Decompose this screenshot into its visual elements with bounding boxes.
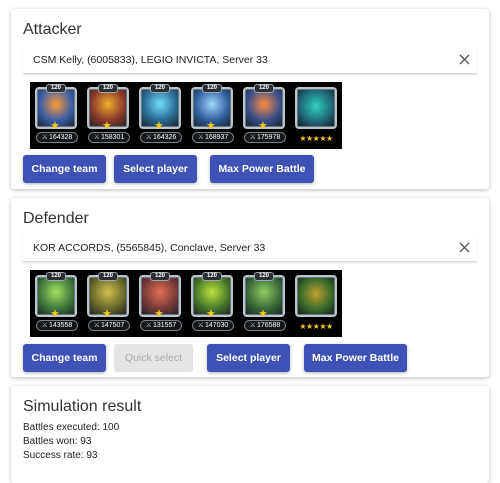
hero-level-badge: 120 — [254, 272, 274, 281]
hero-power-badge: ⚔131557 — [140, 320, 182, 331]
pet-stars-icon: ★★★★★ — [299, 322, 333, 331]
attacker-hero-slot[interactable]: 120 ★ ⚔175978 — [238, 82, 290, 149]
swords-icon: ⚔ — [41, 322, 48, 329]
defender-pet-slot[interactable]: ★★★★★ — [290, 270, 342, 337]
hero-power-value: 158301 — [100, 134, 125, 141]
hero-level-badge: 120 — [46, 272, 66, 281]
defender-change-team-button[interactable]: Change team — [23, 344, 106, 372]
attacker-team: 120 ★ ⚔164328 120 ★ ⚔158301 120 ★ ⚔164326 120 ★ ⚔16… — [30, 82, 342, 149]
defender-select-player-button[interactable]: Select player — [207, 344, 290, 372]
swords-icon: ⚔ — [41, 134, 48, 141]
swords-icon: ⚔ — [145, 134, 152, 141]
attacker-hero-slot[interactable]: 120 ★ ⚔164328 — [30, 82, 82, 149]
hero-power-value: 164326 — [152, 134, 177, 141]
attacker-title: Attacker — [23, 21, 82, 38]
swords-icon: ⚔ — [249, 322, 256, 329]
hero-level-badge: 120 — [150, 272, 170, 281]
defender-card: Defender KOR ACCORDS, (5565845), Conclav… — [11, 198, 489, 377]
hero-power-value: 164328 — [48, 134, 73, 141]
defender-clear-icon[interactable] — [451, 234, 477, 262]
hero-rank-star-icon: ★ — [258, 120, 268, 132]
attacker-hero-slot[interactable]: 120 ★ ⚔164326 — [134, 82, 186, 149]
attacker-max-power-button[interactable]: Max Power Battle — [210, 155, 314, 183]
defender-team: 120 ★ ⚔143558 120 ★ ⚔147507 120 ★ ⚔131557 120 ★ ⚔14… — [30, 270, 342, 337]
hero-power-badge: ⚔175978 — [244, 132, 286, 143]
hero-power-value: 168937 — [204, 134, 229, 141]
defender-hero-slot[interactable]: 120 ★ ⚔131557 — [134, 270, 186, 337]
result-title: Simulation result — [23, 398, 142, 415]
hero-level-badge: 120 — [202, 272, 222, 281]
hero-rank-star-icon: ★ — [102, 120, 112, 132]
hero-level-badge: 120 — [46, 84, 66, 93]
hero-power-badge: ⚔147030 — [192, 320, 234, 331]
swords-icon: ⚔ — [93, 322, 100, 329]
hero-power-value: 147030 — [204, 322, 229, 329]
defender-hero-slot[interactable]: 120 ★ ⚔147507 — [82, 270, 134, 337]
hero-rank-star-icon: ★ — [154, 120, 164, 132]
swords-icon: ⚔ — [93, 134, 100, 141]
hero-power-badge: ⚔143558 — [36, 320, 78, 331]
hero-rank-star-icon: ★ — [102, 308, 112, 320]
hero-power-badge: ⚔147507 — [88, 320, 130, 331]
defender-title: Defender — [23, 210, 89, 227]
defender-player-field[interactable]: KOR ACCORDS, (5565845), Conclave, Server… — [23, 234, 477, 262]
hero-rank-star-icon: ★ — [206, 120, 216, 132]
result-card: Simulation result Battles executed: 100 … — [11, 386, 489, 483]
hero-power-value: 147507 — [100, 322, 125, 329]
swords-icon: ⚔ — [249, 134, 256, 141]
attacker-hero-slot[interactable]: 120 ★ ⚔158301 — [82, 82, 134, 149]
success-rate-text: Success rate: 93 — [23, 450, 98, 461]
defender-hero-slot[interactable]: 120 ★ ⚔143558 — [30, 270, 82, 337]
hero-power-value: 143558 — [48, 322, 73, 329]
hero-rank-star-icon: ★ — [154, 308, 164, 320]
pet-portrait-icon — [295, 275, 337, 317]
hero-power-badge: ⚔168937 — [192, 132, 234, 143]
hero-level-badge: 120 — [98, 272, 118, 281]
attacker-player-field[interactable]: CSM Kelly, (6005833), LEGIO INVICTA, Ser… — [23, 46, 477, 74]
defender-quick-select-button[interactable]: Quick select — [114, 344, 193, 372]
defender-player-value[interactable]: KOR ACCORDS, (5565845), Conclave, Server… — [23, 242, 451, 254]
hero-rank-star-icon: ★ — [50, 120, 60, 132]
pet-portrait-icon — [295, 87, 337, 129]
attacker-select-player-button[interactable]: Select player — [114, 155, 197, 183]
battles-won-text: Battles won: 93 — [23, 436, 92, 447]
attacker-card: Attacker CSM Kelly, (6005833), LEGIO INV… — [11, 9, 489, 189]
attacker-change-team-button[interactable]: Change team — [23, 155, 106, 183]
hero-rank-star-icon: ★ — [206, 308, 216, 320]
hero-rank-star-icon: ★ — [50, 308, 60, 320]
swords-icon: ⚔ — [145, 322, 152, 329]
defender-hero-slot[interactable]: 120 ★ ⚔176588 — [238, 270, 290, 337]
hero-power-badge: ⚔164328 — [36, 132, 78, 143]
attacker-player-value[interactable]: CSM Kelly, (6005833), LEGIO INVICTA, Ser… — [23, 54, 451, 66]
attacker-hero-slot[interactable]: 120 ★ ⚔168937 — [186, 82, 238, 149]
defender-hero-slot[interactable]: 120 ★ ⚔147030 — [186, 270, 238, 337]
hero-power-value: 176588 — [256, 322, 281, 329]
hero-power-badge: ⚔158301 — [88, 132, 130, 143]
swords-icon: ⚔ — [197, 322, 204, 329]
hero-level-badge: 120 — [150, 84, 170, 93]
hero-rank-star-icon: ★ — [258, 308, 268, 320]
hero-level-badge: 120 — [98, 84, 118, 93]
hero-level-badge: 120 — [202, 84, 222, 93]
defender-max-power-button[interactable]: Max Power Battle — [304, 344, 407, 372]
swords-icon: ⚔ — [197, 134, 204, 141]
hero-power-badge: ⚔176588 — [244, 320, 286, 331]
attacker-clear-icon[interactable] — [451, 46, 477, 74]
hero-power-badge: ⚔164326 — [140, 132, 182, 143]
attacker-pet-slot[interactable]: ★★★★★ — [290, 82, 342, 149]
pet-stars-icon: ★★★★★ — [299, 134, 333, 143]
battles-executed-text: Battles executed: 100 — [23, 422, 120, 433]
hero-level-badge: 120 — [254, 84, 274, 93]
hero-power-value: 131557 — [152, 322, 177, 329]
hero-power-value: 175978 — [256, 134, 281, 141]
